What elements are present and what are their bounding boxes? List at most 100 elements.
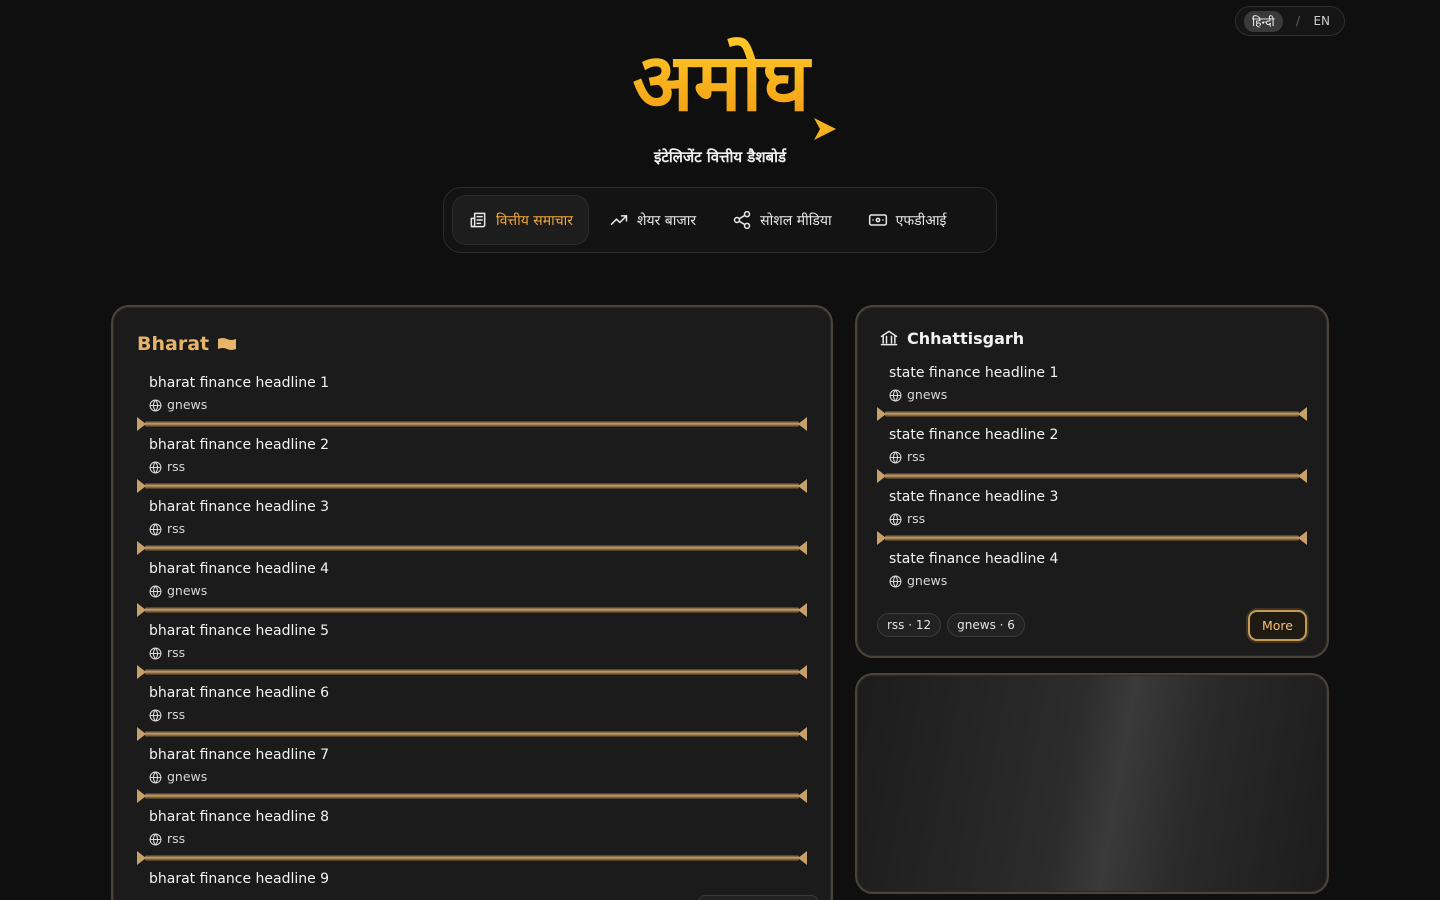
news-item[interactable]: bharat finance headline 8 rss [137,807,807,849]
state-news-panel: Chhattisgarh state finance headline 1 gn… [855,305,1329,658]
news-item[interactable]: bharat finance headline 2 rss [137,435,807,477]
news-headline[interactable]: bharat finance headline 5 [149,621,795,641]
news-headline[interactable]: bharat finance headline 7 [149,745,795,765]
news-source: rss [149,519,795,539]
state-footer: rss · 12 gnews · 6 More [877,609,1307,641]
source-label: gnews [167,583,208,598]
source-label: gnews [167,769,208,784]
news-source: gnews [149,395,795,415]
globe-icon [889,451,902,463]
globe-icon [149,833,162,845]
source-label: rss [167,645,186,660]
divider [877,531,1307,545]
divider [137,479,807,493]
globe-icon [149,523,162,535]
news-headline[interactable]: state finance headline 4 [889,549,1295,569]
divider [137,541,807,555]
lang-hindi[interactable]: हिन्दी [1244,10,1283,32]
news-headline[interactable]: bharat finance headline 9 [149,869,795,889]
globe-icon [889,575,902,587]
news-source: gnews [149,767,795,787]
bank-icon [880,330,898,346]
bharat-news-panel: Bharat bharat finance headline 1 gnews b… [111,305,833,900]
divider [137,417,807,431]
lang-english[interactable]: EN [1313,14,1330,28]
news-headline[interactable]: bharat finance headline 2 [149,435,795,455]
news-source: rss [149,829,795,849]
news-item[interactable]: state finance headline 3 rss [877,487,1307,529]
divider [137,665,807,679]
source-label: gnews [907,573,948,588]
news-item[interactable]: bharat finance headline 9 [137,869,807,889]
source-label: gnews [907,387,948,402]
main-nav: वित्तीय समाचार शेयर बाजार सोशल मीडिया एफ… [443,187,997,253]
globe-icon [149,647,162,659]
tab-label: सोशल मीडिया [760,212,832,229]
globe-icon [149,709,162,721]
news-headline[interactable]: bharat finance headline 6 [149,683,795,703]
news-headline[interactable]: bharat finance headline 3 [149,497,795,517]
tab-label: एफडीआई [895,212,947,229]
divider [137,727,807,741]
news-item[interactable]: bharat finance headline 1 gnews [137,373,807,415]
source-chip-gnews[interactable]: gnews · 6 [947,613,1025,637]
state-title: Chhattisgarh [907,328,1025,348]
brand-logo: अमोघ [602,36,836,140]
lang-separator: / [1296,14,1301,28]
news-item[interactable]: state finance headline 1 gnews [877,363,1307,405]
globe-icon [149,461,162,473]
tab-fdi[interactable]: एफडीआई [852,195,963,245]
news-source: rss [149,705,795,725]
globe-icon [149,399,162,411]
news-item[interactable]: bharat finance headline 4 gnews [137,559,807,601]
news-source: gnews [889,385,1295,405]
state-news-list: state finance headline 1 gnews state fin… [877,363,1307,611]
tab-social-media[interactable]: सोशल मीडिया [716,195,847,245]
source-label: rss [167,831,186,846]
bharat-news-list: bharat finance headline 1 gnews bharat f… [137,373,807,900]
tagline: इंटेलिजेंट वित्तीय डैशबोर्ड [654,148,786,166]
news-source: gnews [149,581,795,601]
share-icon [733,210,751,230]
divider [137,851,807,865]
news-headline[interactable]: bharat finance headline 8 [149,807,795,827]
news-headline[interactable]: state finance headline 1 [889,363,1295,383]
tab-label: वित्तीय समाचार [496,212,573,229]
news-item[interactable]: bharat finance headline 6 rss [137,683,807,725]
source-label: rss [907,511,926,526]
news-item[interactable]: state finance headline 4 gnews [877,549,1307,591]
divider [877,469,1307,483]
tab-label: शेयर बाजार [636,212,697,229]
more-button[interactable]: More [1248,609,1307,641]
news-source: rss [149,457,795,477]
news-headline[interactable]: state finance headline 2 [889,425,1295,445]
newspaper-icon [470,212,486,228]
tab-stock-market[interactable]: शेयर बाजार [593,195,712,245]
divider [137,603,807,617]
news-item[interactable]: bharat finance headline 3 rss [137,497,807,539]
news-source: rss [889,509,1295,529]
divider [877,407,1307,421]
panel-title: Chhattisgarh [877,325,1307,351]
tab-financial-news[interactable]: वित्तीय समाचार [452,195,589,245]
news-item[interactable]: state finance headline 2 rss [877,425,1307,467]
news-item[interactable]: bharat finance headline 5 rss [137,621,807,663]
globe-icon [149,771,162,783]
flag-icon [218,338,237,350]
trending-up-icon [610,215,628,225]
language-toggle[interactable]: हिन्दी / EN [1235,6,1345,36]
news-source: rss [889,447,1295,467]
news-item[interactable]: bharat finance headline 7 gnews [137,745,807,787]
source-label: gnews [167,397,208,412]
bharat-footer-chip[interactable] [698,895,818,900]
source-label: rss [167,459,186,474]
divider [137,789,807,803]
news-source: rss [149,643,795,663]
news-headline[interactable]: state finance headline 3 [889,487,1295,507]
news-headline[interactable]: bharat finance headline 4 [149,559,795,579]
logo-text: अमोघ [633,36,813,129]
source-chip-rss[interactable]: rss · 12 [877,613,942,637]
dashboard-page: हिन्दी / EN अमोघ इंटेलिजेंट वित्तीय डैशब… [0,0,1440,900]
news-headline[interactable]: bharat finance headline 1 [149,373,795,393]
source-chips: rss · 12 gnews · 6 [877,613,1025,637]
